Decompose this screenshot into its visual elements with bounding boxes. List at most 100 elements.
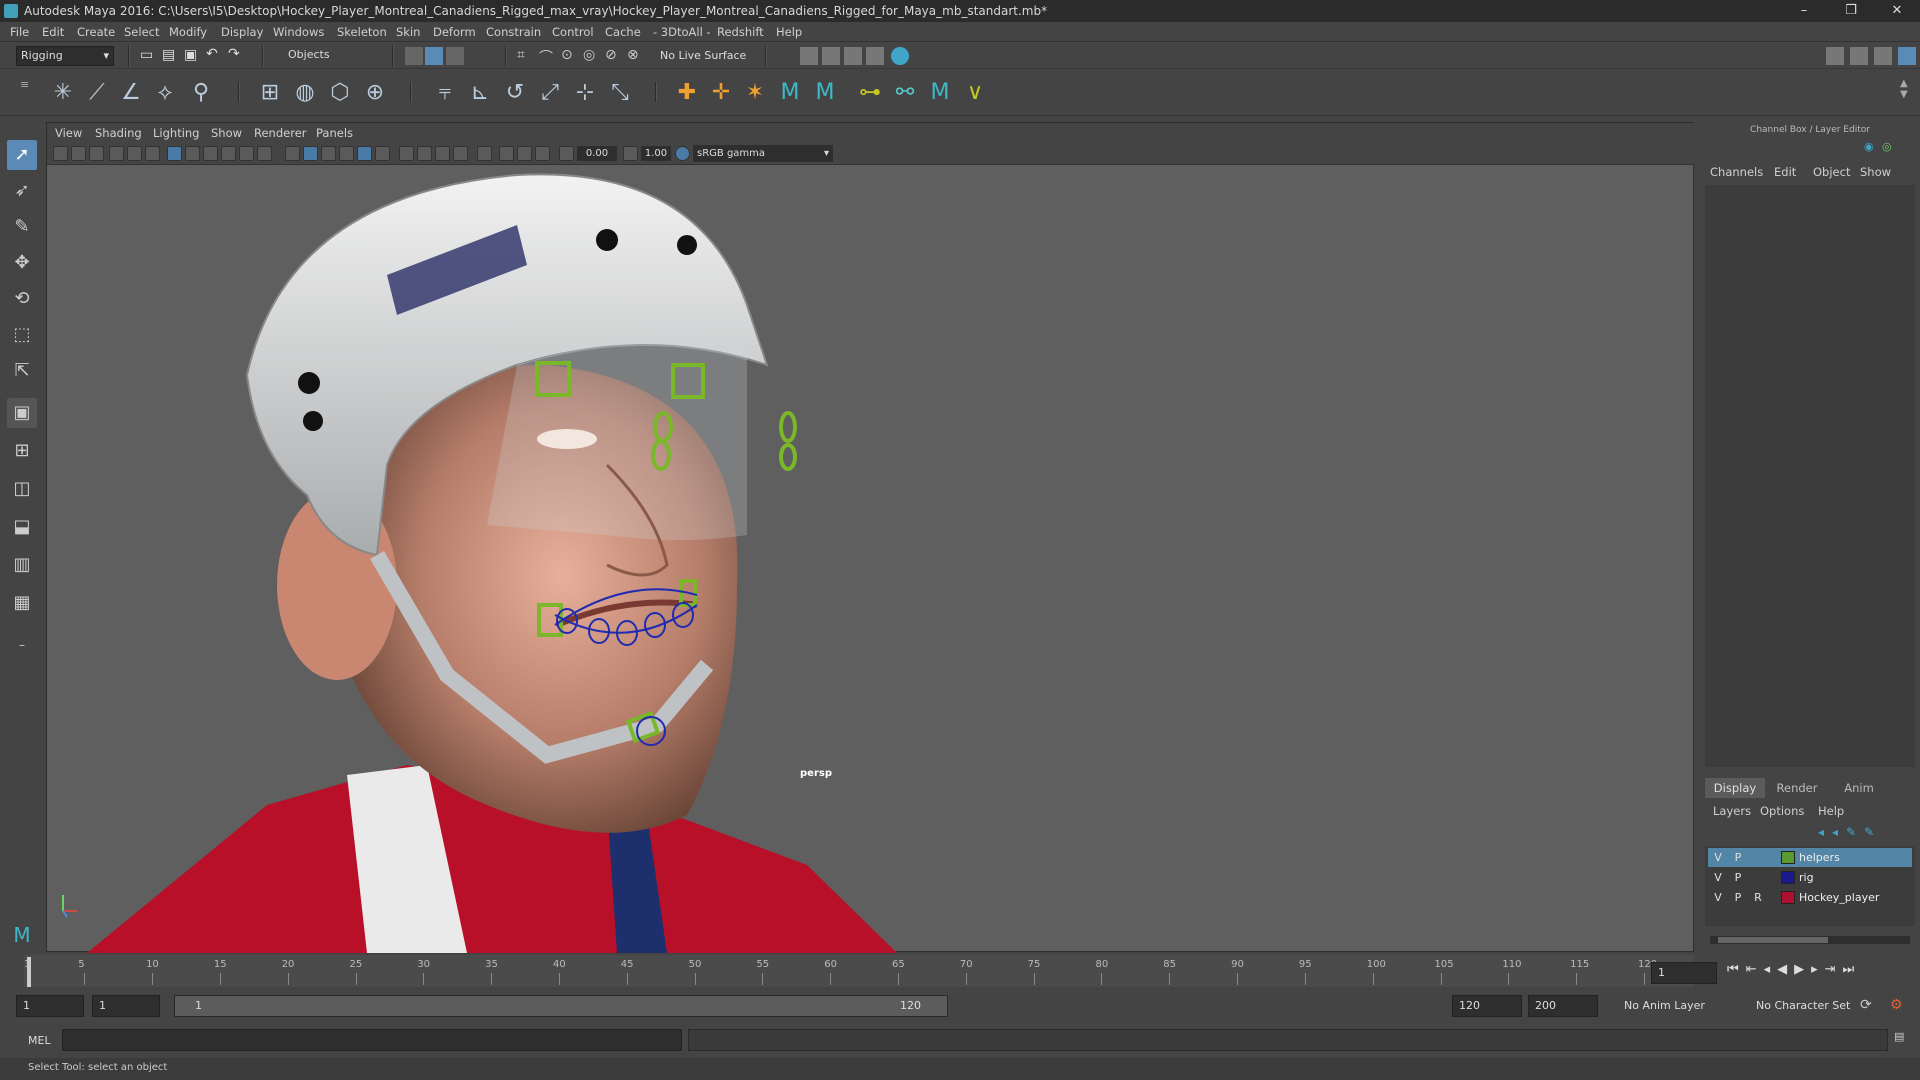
snap-live-icon[interactable]: ⊘ <box>605 47 623 65</box>
safe-action-icon[interactable] <box>257 146 272 161</box>
menu-constrain[interactable]: Constrain <box>486 25 541 39</box>
layer-playback-toggle[interactable]: P <box>1730 868 1746 887</box>
joint-tool-icon[interactable]: ✳ <box>48 78 78 108</box>
move-tool-icon[interactable]: ✥ <box>7 248 37 278</box>
grid-icon[interactable] <box>167 146 182 161</box>
field-chart-icon[interactable] <box>239 146 254 161</box>
layer-playback-toggle[interactable]: P <box>1730 848 1746 867</box>
viewport-persp[interactable]: View Shading Lighting Show Renderer Pane… <box>46 122 1695 953</box>
cluster-icon[interactable]: ⊕ <box>360 78 390 108</box>
layer-menu-layers[interactable]: Layers <box>1713 804 1751 818</box>
layer-visibility-toggle[interactable]: V <box>1710 888 1726 907</box>
minimize-button[interactable]: – <box>1781 0 1827 22</box>
layer-color-swatch[interactable] <box>1781 891 1795 904</box>
persp-graph-layout-icon[interactable]: ⬓ <box>7 512 37 542</box>
modeling-toolkit-icon[interactable] <box>1826 47 1844 65</box>
menu-select[interactable]: Select <box>124 25 159 39</box>
live-surface-label[interactable]: No Live Surface <box>660 49 746 62</box>
locator-icon[interactable]: ✚ <box>672 78 702 108</box>
tab-render[interactable]: Render <box>1767 778 1827 798</box>
playback-start-field[interactable]: 1 <box>92 995 160 1017</box>
wireframe-icon[interactable] <box>285 146 300 161</box>
bookmark-icon[interactable] <box>89 146 104 161</box>
layer-action-icons[interactable]: ◂◂✎✎ <box>1818 825 1908 841</box>
playback-controls[interactable]: ⏮⇤◂◀▶▸⇥⏭ <box>1727 962 1917 984</box>
gamma-icon[interactable] <box>623 146 638 161</box>
select-by-object-icon[interactable] <box>425 47 443 65</box>
select-by-component-icon[interactable] <box>446 47 464 65</box>
snap-surface-icon[interactable]: ⊗ <box>627 47 645 65</box>
aim-constraint-icon[interactable]: ⊹ <box>570 78 600 108</box>
screen-space-ao-icon[interactable] <box>417 146 432 161</box>
menu-windows[interactable]: Windows <box>273 25 324 39</box>
camera-attributes-icon[interactable] <box>71 146 86 161</box>
scale-tool-icon[interactable]: ⬚ <box>7 320 37 350</box>
view-transform-dropdown[interactable]: sRGB gamma ▾ <box>693 145 833 162</box>
shadows-icon[interactable] <box>399 146 414 161</box>
snap-curve-icon[interactable]: ⌒ <box>539 47 557 66</box>
tool-settings-icon[interactable] <box>1874 47 1892 65</box>
textured-icon[interactable] <box>357 146 372 161</box>
layer-scroll-thumb[interactable] <box>1718 937 1828 943</box>
shelf-options-icon[interactable]: ≡ <box>20 78 30 108</box>
rotate-tool-icon[interactable]: ⟲ <box>7 284 37 314</box>
menuset-dropdown[interactable]: Rigging ▾ <box>16 46 114 66</box>
cb-menu-object[interactable]: Object <box>1813 165 1850 179</box>
maximize-button[interactable]: ❐ <box>1828 0 1874 22</box>
vp-menu-panels[interactable]: Panels <box>316 126 353 140</box>
cb-menu-show[interactable]: Show <box>1860 165 1891 179</box>
single-view-layout-icon[interactable]: ▣ <box>7 398 37 428</box>
layer-row-rig[interactable]: V P rig <box>1708 868 1912 887</box>
character-set-dropdown[interactable]: No Character Set <box>1752 995 1872 1017</box>
two-d-pan-icon[interactable] <box>127 146 142 161</box>
menu-display[interactable]: Display <box>221 25 263 39</box>
select-tool-icon[interactable]: ➚ <box>7 140 37 170</box>
layer-row-hockey-player[interactable]: V P R Hockey_player <box>1708 888 1912 907</box>
snap-point-icon[interactable]: ⊙ <box>561 47 579 65</box>
select-mask-dropdown[interactable]: Objects <box>284 46 382 66</box>
menu-file[interactable]: File <box>10 25 29 39</box>
maya-logo-icon-2[interactable]: M <box>810 78 840 108</box>
menu-3dtoall[interactable]: - 3DtoAll - <box>653 25 711 39</box>
film-gate-icon[interactable] <box>185 146 200 161</box>
layer-menu-help[interactable]: Help <box>1818 804 1844 818</box>
attribute-editor-icon[interactable] <box>1850 47 1868 65</box>
layer-color-swatch[interactable] <box>1781 871 1795 884</box>
vp-menu-view[interactable]: View <box>55 126 82 140</box>
channel-box-icon[interactable] <box>1898 47 1916 65</box>
ik-spline-icon[interactable]: ∠ <box>116 78 146 108</box>
layer-row-helpers[interactable]: V P helpers <box>1708 848 1912 867</box>
close-button[interactable]: ✕ <box>1874 0 1920 22</box>
layer-visibility-toggle[interactable]: V <box>1710 868 1726 887</box>
render-settings-icon[interactable] <box>844 47 862 65</box>
channel-box-toggle-icon[interactable]: ◉ <box>1864 140 1878 154</box>
persp-outliner-layout-icon[interactable]: ◫ <box>7 474 37 504</box>
animation-start-field[interactable]: 1 <box>16 995 84 1017</box>
menu-redshift[interactable]: Redshift <box>717 25 764 39</box>
hypershade-layout-icon[interactable]: ▥ <box>7 550 37 580</box>
command-input[interactable] <box>62 1029 682 1051</box>
exposure-field[interactable]: 0.00 <box>577 146 617 161</box>
playback-end-field[interactable]: 120 <box>1452 995 1522 1017</box>
menu-deform[interactable]: Deform <box>433 25 476 39</box>
custom-layout-icon[interactable]: ▦ <box>7 588 37 618</box>
grease-pencil-icon[interactable] <box>145 146 160 161</box>
vp-menu-shading[interactable]: Shading <box>95 126 142 140</box>
wireframe-on-shaded-icon[interactable] <box>339 146 354 161</box>
save-scene-icon[interactable]: ▣ <box>184 47 202 65</box>
animation-end-field[interactable]: 200 <box>1528 995 1598 1017</box>
layer-menu-options[interactable]: Options <box>1760 804 1804 818</box>
scale-constraint-icon[interactable]: ⤢ <box>535 78 565 108</box>
color-management-icon[interactable] <box>675 146 690 161</box>
point-constraint-icon[interactable]: ⊾ <box>465 78 495 108</box>
vp-menu-show[interactable]: Show <box>211 126 242 140</box>
parent-constraint-icon[interactable]: ⫧ <box>430 78 460 108</box>
orient-constraint-icon[interactable]: ↺ <box>500 78 530 108</box>
gamma-field[interactable]: 1.00 <box>641 146 671 161</box>
snap-view-plane-icon[interactable]: ◎ <box>583 47 601 65</box>
camera-select-icon[interactable] <box>53 146 68 161</box>
ik-handle-icon[interactable]: ⟋ <box>82 78 112 108</box>
vp-menu-renderer[interactable]: Renderer <box>254 126 307 140</box>
anim-layer-dropdown[interactable]: No Anim Layer <box>1620 995 1750 1017</box>
ipr-render-icon[interactable] <box>822 47 840 65</box>
